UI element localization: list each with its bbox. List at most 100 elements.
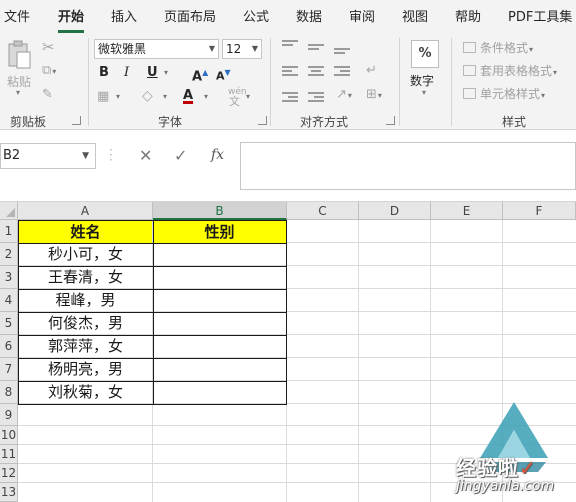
align-bottom-icon[interactable] [334,48,350,60]
fill-color-dropdown-icon[interactable]: ▾ [163,92,167,101]
underline-button[interactable]: U [147,64,158,84]
fill-color-icon[interactable]: ◇ [142,87,153,107]
cell-a8[interactable]: 刘秋菊，女 [19,381,152,404]
cell-a3[interactable]: 王春清，女 [19,266,152,289]
alignment-group-label: 对齐方式 [300,115,349,129]
formula-input[interactable] [240,142,576,190]
copy-icon[interactable]: ⧉▾ [42,62,56,82]
grow-font-label: A [192,69,203,85]
cell-styles-button[interactable]: 单元格样式▾ [463,85,545,103]
align-left-icon[interactable] [282,66,298,78]
row-header[interactable]: 10 [0,426,18,445]
cell-b2[interactable] [153,243,286,266]
row-header[interactable]: 13 [0,483,18,502]
insert-function-button[interactable]: fx [211,147,224,163]
borders-dropdown-icon[interactable]: ▾ [116,92,120,101]
column-header-e[interactable]: E [431,202,503,220]
row-header[interactable]: 5 [0,312,18,335]
cut-icon[interactable]: ✂ [42,38,55,58]
font-size-select[interactable]: 12 ▼ [222,39,262,59]
clipboard-launcher-icon[interactable] [72,116,81,125]
borders-icon[interactable]: ▦ [97,88,109,108]
tab-pdf-tools[interactable]: PDF工具集 [508,9,572,29]
tab-data[interactable]: 数据 [296,9,322,29]
row-header[interactable]: 2 [0,243,18,266]
row-header[interactable]: 12 [0,464,18,483]
tab-formulas[interactable]: 公式 [243,9,269,29]
orientation-icon[interactable]: ↗▾ [336,86,352,106]
phonetic-dropdown-icon[interactable]: ▾ [246,92,250,101]
font-name-select[interactable]: 微软雅黑 ▼ [94,39,219,59]
tab-review[interactable]: 审阅 [349,9,375,29]
alignment-launcher-icon[interactable] [386,116,395,125]
row-header[interactable]: 11 [0,445,18,464]
row-header[interactable]: 7 [0,358,18,381]
cell-a4[interactable]: 程峰，男 [19,289,152,312]
grow-font-button[interactable]: A▲ [192,64,208,84]
name-box[interactable]: B2 ▼ [0,143,96,169]
cell-b7[interactable] [153,358,286,381]
column-header-d[interactable]: D [359,202,431,220]
wrap-text-icon[interactable]: ↵ [366,62,377,82]
cell-a6[interactable]: 郭萍萍，女 [19,335,152,358]
tab-home[interactable]: 开始 [58,9,85,33]
cancel-entry-button[interactable]: ✕ [139,146,152,165]
select-all-button[interactable] [0,202,18,220]
watermark-brand: 经验啦 [456,456,519,480]
increase-indent-icon[interactable] [308,92,324,104]
shrink-font-button[interactable]: A▼ [216,64,231,84]
row-header[interactable]: 4 [0,289,18,312]
cell-b8[interactable] [153,381,286,404]
paste-icon [8,40,31,69]
cell-b4[interactable] [153,289,286,312]
align-middle-icon[interactable] [308,44,324,56]
paste-dropdown-icon[interactable]: ▾ [16,88,20,97]
row-header[interactable]: 6 [0,335,18,358]
tab-file[interactable]: 文件 [4,9,30,29]
cell-a1[interactable]: 姓名 [19,221,152,244]
group-separator [451,38,452,126]
align-center-icon[interactable] [308,66,324,78]
column-header-f[interactable]: F [503,202,576,220]
align-top-icon[interactable] [282,40,298,52]
column-header-c[interactable]: C [287,202,359,220]
paste-button[interactable]: 粘贴 ▾ [4,38,34,98]
confirm-entry-button[interactable]: ✓ [174,146,187,165]
align-right-icon[interactable] [334,66,350,78]
tab-view[interactable]: 视图 [402,9,428,29]
cell-a7[interactable]: 杨明亮，男 [19,358,152,381]
number-dropdown-icon: ▾ [422,88,427,97]
font-color-dropdown-icon[interactable]: ▾ [204,92,208,101]
format-as-table-button[interactable]: 套用表格格式▾ [463,62,557,80]
tab-page-layout[interactable]: 页面布局 [164,9,216,29]
italic-button[interactable]: I [124,64,129,84]
column-header-b[interactable]: B [153,202,287,220]
row-header[interactable]: 3 [0,266,18,289]
column-header-a[interactable]: A [18,202,153,220]
formula-bar-grip-icon[interactable]: · · · [109,144,113,166]
chevron-down-icon: ▼ [251,44,258,53]
font-launcher-icon[interactable] [258,116,267,125]
phonetic-glyph-icon: 文 [229,95,240,108]
number-format-button[interactable]: % 数字 ▾ [408,38,442,102]
decrease-indent-icon[interactable] [282,92,298,104]
cell-a5[interactable]: 何俊杰，男 [19,312,152,335]
row-header[interactable]: 1 [0,220,18,243]
row-header[interactable]: 9 [0,404,18,426]
merge-center-icon[interactable]: ⊞▾ [366,86,382,106]
tab-insert[interactable]: 插入 [111,9,137,29]
font-group-label: 字体 [158,115,183,129]
underline-dropdown-icon[interactable]: ▾ [164,68,168,77]
format-painter-icon[interactable]: ✎ [42,86,53,106]
tab-help[interactable]: 帮助 [455,9,481,29]
conditional-formatting-button[interactable]: 条件格式▾ [463,39,533,57]
font-color-button[interactable]: A [183,87,193,107]
cell-b5[interactable] [153,312,286,335]
cell-b1[interactable]: 性别 [153,221,286,244]
cell-b6[interactable] [153,335,286,358]
cell-a2[interactable]: 秒小可，女 [19,243,152,266]
cell-styles-icon [463,88,476,99]
row-header[interactable]: 8 [0,381,18,404]
cell-b3[interactable] [153,266,286,289]
bold-button[interactable]: B [99,64,109,84]
